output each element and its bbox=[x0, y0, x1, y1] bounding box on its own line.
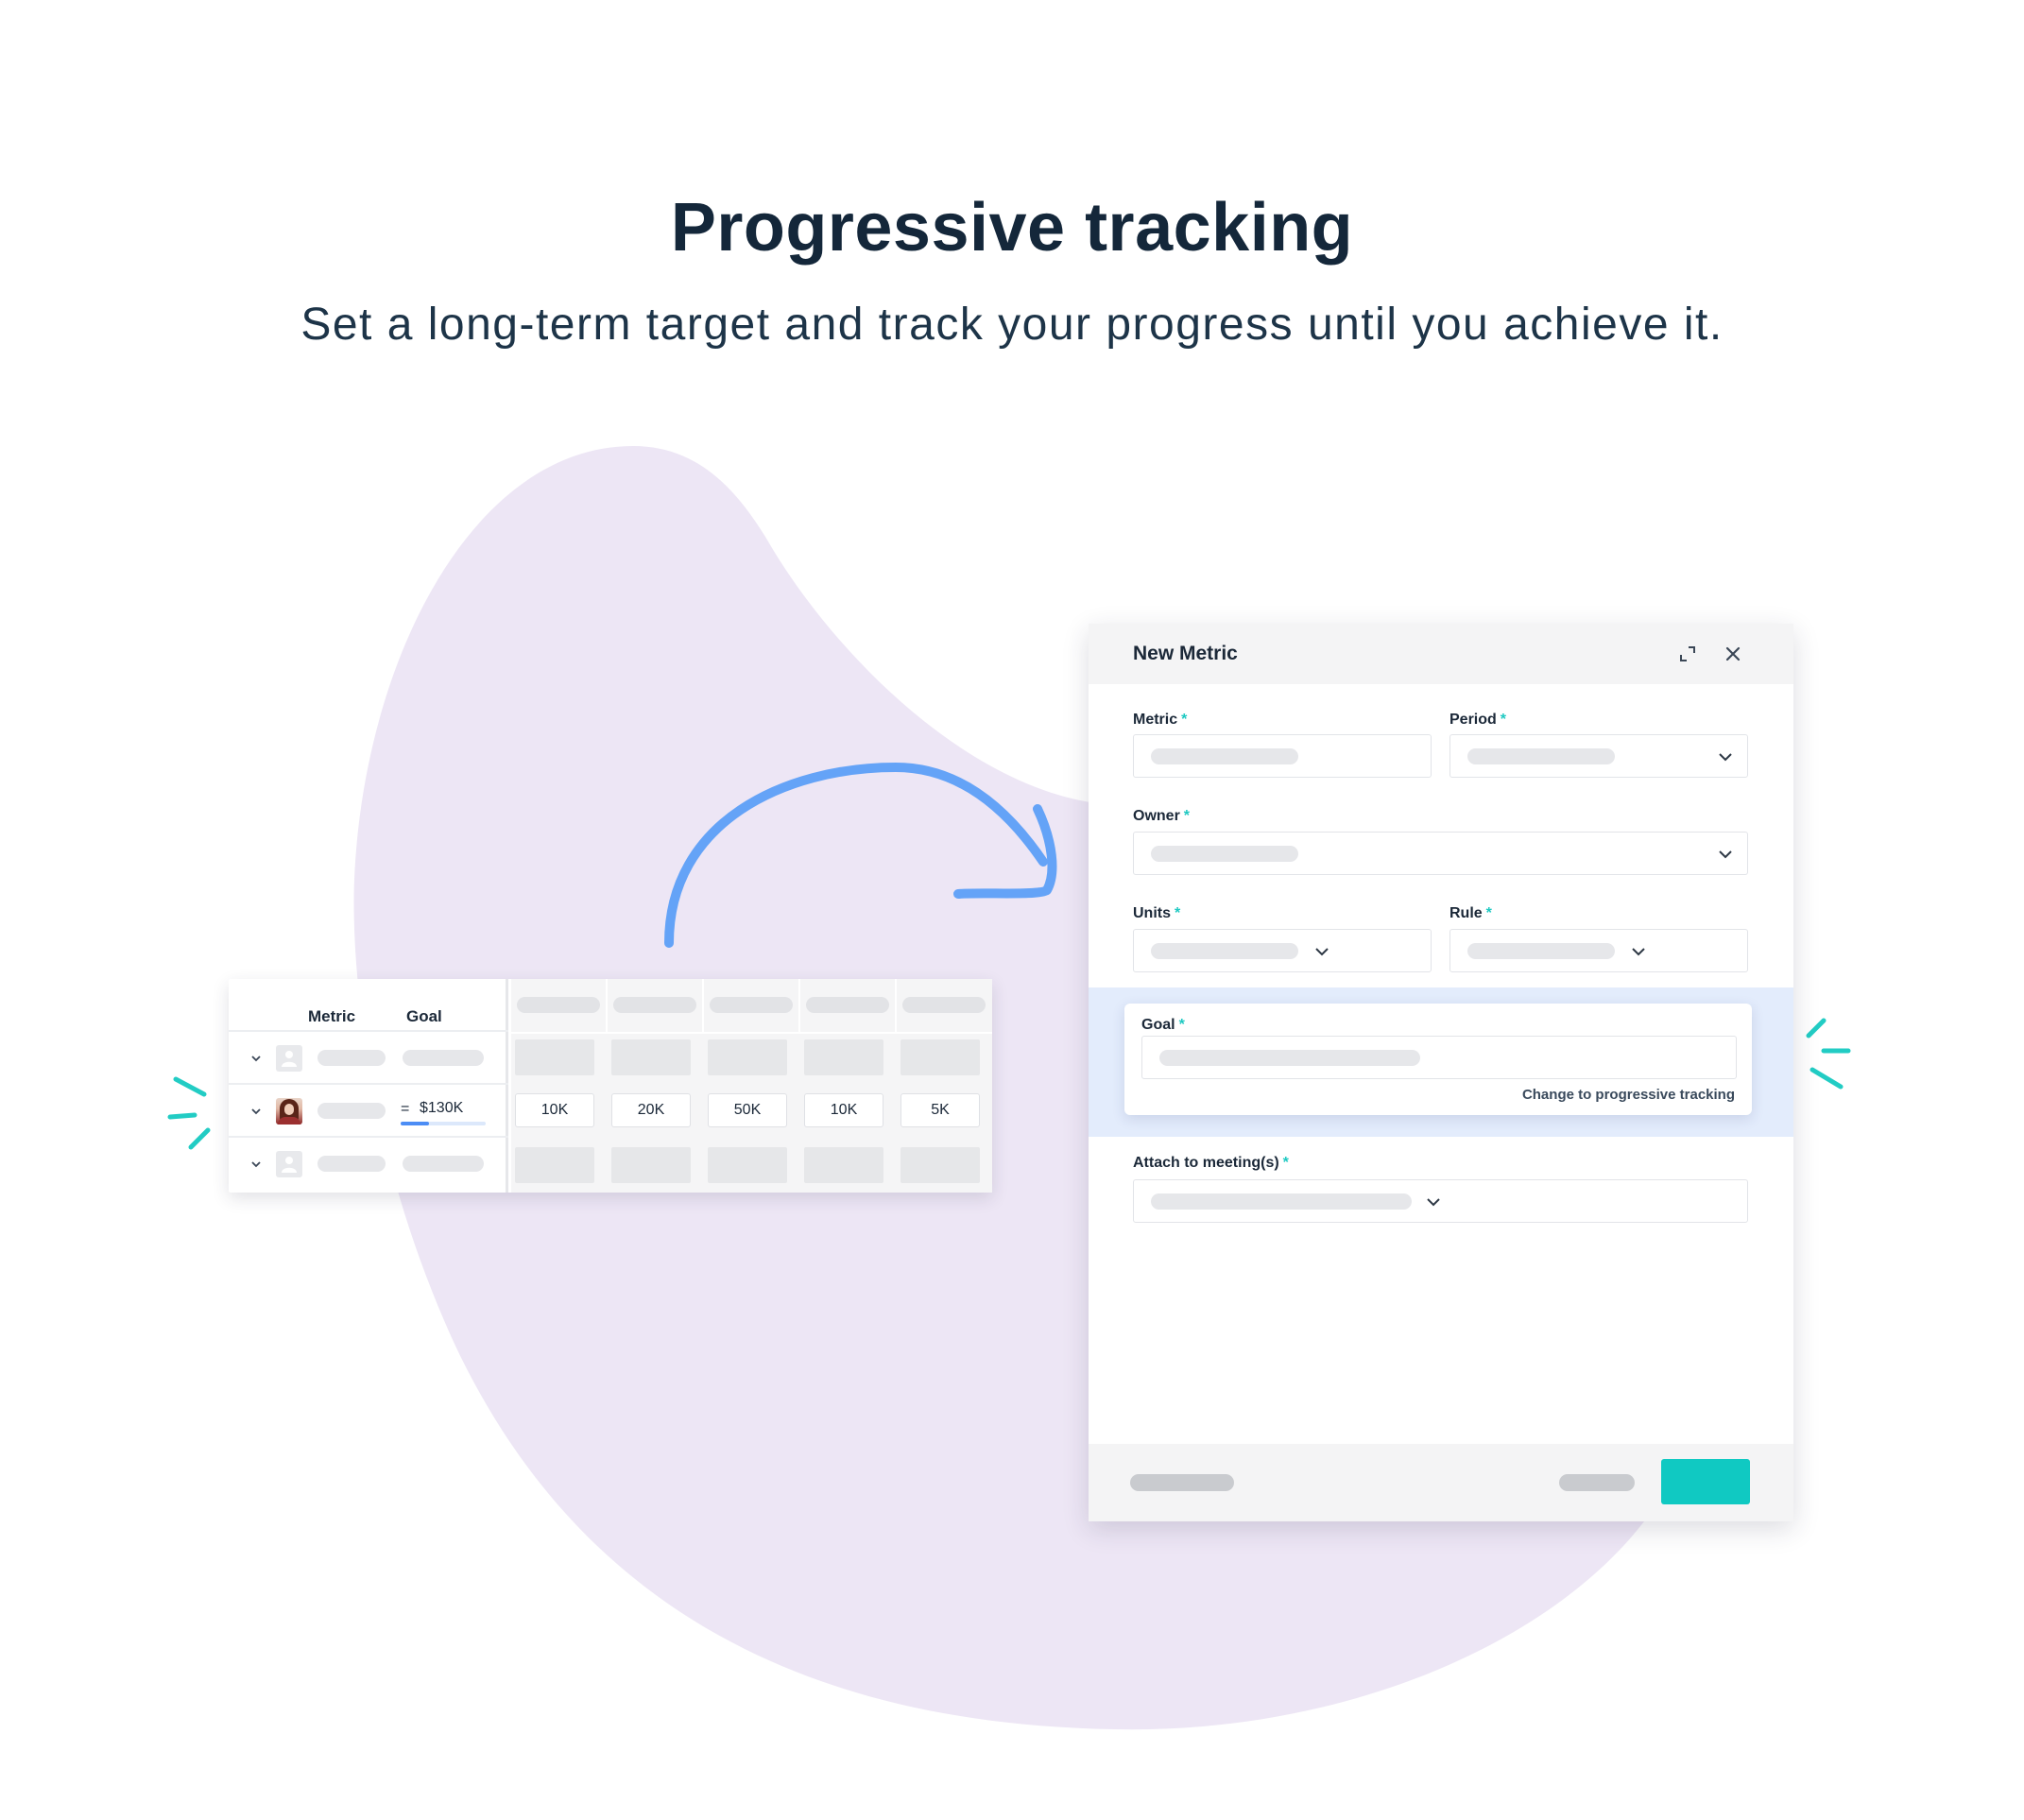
rule-select[interactable] bbox=[1449, 929, 1748, 972]
footer-link-placeholder[interactable] bbox=[1130, 1474, 1234, 1491]
select-placeholder bbox=[1467, 943, 1615, 959]
cancel-button[interactable] bbox=[1559, 1474, 1635, 1491]
attach-meetings-label: Attach to meeting(s) * bbox=[1133, 1155, 1289, 1171]
select-placeholder bbox=[1467, 748, 1615, 764]
expand-icon[interactable] bbox=[1677, 644, 1698, 664]
table-cell[interactable] bbox=[515, 1147, 594, 1183]
owner-select[interactable] bbox=[1133, 832, 1748, 875]
curved-arrow-icon bbox=[664, 762, 1057, 948]
goal-operator: = bbox=[401, 1101, 410, 1117]
metric-name-placeholder bbox=[317, 1050, 386, 1066]
metric-label: Metric * bbox=[1133, 712, 1188, 728]
chevron-down-icon[interactable] bbox=[249, 1105, 263, 1118]
select-placeholder bbox=[1151, 943, 1298, 959]
dialog-header: New Metric bbox=[1089, 624, 1793, 684]
table-cell[interactable]: 20K bbox=[611, 1093, 691, 1127]
period-header-placeholder bbox=[902, 997, 986, 1013]
goal-label: Goal * bbox=[1141, 1017, 1185, 1033]
chevron-down-icon bbox=[1719, 753, 1732, 762]
chevron-down-icon bbox=[1632, 948, 1645, 956]
required-marker: * bbox=[1175, 905, 1181, 921]
chevron-down-icon bbox=[1427, 1198, 1440, 1207]
goal-input[interactable] bbox=[1141, 1036, 1737, 1079]
user-icon bbox=[276, 1151, 302, 1177]
goal-progress-bar bbox=[401, 1122, 486, 1125]
table-period-columns: 10K 20K 50K 10K 5K bbox=[511, 979, 992, 1193]
dialog-title: New Metric bbox=[1133, 643, 1238, 664]
column-header-metric: Metric bbox=[308, 1007, 356, 1025]
required-marker: * bbox=[1178, 1017, 1185, 1033]
chevron-down-icon bbox=[1315, 948, 1329, 956]
table-cell[interactable] bbox=[804, 1039, 883, 1075]
input-placeholder bbox=[1159, 1050, 1420, 1066]
metric-input[interactable] bbox=[1133, 734, 1432, 778]
user-icon bbox=[276, 1045, 302, 1072]
table-cell[interactable]: 10K bbox=[804, 1093, 883, 1127]
table-cell[interactable] bbox=[611, 1147, 691, 1183]
required-marker: * bbox=[1485, 905, 1492, 921]
goal-section: Goal * Change to progressive tracking bbox=[1124, 1004, 1752, 1115]
avatar bbox=[276, 1098, 302, 1125]
goal-placeholder bbox=[403, 1156, 484, 1172]
period-header-placeholder bbox=[710, 997, 793, 1013]
goal-progress-fill bbox=[401, 1122, 429, 1125]
table-cell[interactable] bbox=[515, 1039, 594, 1075]
chevron-down-icon[interactable] bbox=[249, 1052, 263, 1065]
new-metric-dialog: New Metric Metric * Period * Owner * Units *… bbox=[1089, 624, 1793, 1521]
table-cell[interactable] bbox=[901, 1039, 980, 1075]
close-icon[interactable] bbox=[1723, 644, 1743, 664]
table-cell[interactable]: 5K bbox=[901, 1093, 980, 1127]
table-cell[interactable] bbox=[611, 1039, 691, 1075]
required-marker: * bbox=[1181, 712, 1188, 728]
table-row[interactable] bbox=[229, 1138, 508, 1191]
table-fixed-columns: Metric Goal = $130K bbox=[229, 979, 508, 1193]
table-row[interactable] bbox=[229, 1032, 508, 1085]
rule-label: Rule * bbox=[1449, 905, 1492, 921]
table-cell[interactable] bbox=[708, 1147, 787, 1183]
attach-meetings-select[interactable] bbox=[1133, 1179, 1748, 1223]
sparkle-right-icon bbox=[1806, 1018, 1851, 1090]
sparkle-left-icon bbox=[167, 1076, 211, 1150]
select-placeholder bbox=[1151, 846, 1298, 862]
chevron-down-icon bbox=[1719, 850, 1732, 859]
period-header-placeholder bbox=[806, 997, 889, 1013]
table-cell[interactable] bbox=[708, 1039, 787, 1075]
period-label: Period * bbox=[1449, 712, 1507, 728]
period-select[interactable] bbox=[1449, 734, 1748, 778]
required-marker: * bbox=[1183, 808, 1191, 824]
table-cell[interactable] bbox=[804, 1147, 883, 1183]
table-row[interactable]: = $130K bbox=[229, 1085, 508, 1138]
change-to-progressive-link[interactable]: Change to progressive tracking bbox=[1522, 1087, 1735, 1103]
period-header-placeholder bbox=[517, 997, 600, 1013]
units-select[interactable] bbox=[1133, 929, 1432, 972]
column-header-goal: Goal bbox=[406, 1007, 442, 1025]
metric-name-placeholder bbox=[317, 1156, 386, 1172]
goal-placeholder bbox=[403, 1050, 484, 1066]
select-placeholder bbox=[1151, 1193, 1412, 1210]
units-label: Units * bbox=[1133, 905, 1181, 921]
table-cell[interactable]: 10K bbox=[515, 1093, 594, 1127]
metric-name-placeholder bbox=[317, 1103, 386, 1119]
dialog-footer bbox=[1089, 1444, 1793, 1521]
table-cell[interactable] bbox=[901, 1147, 980, 1183]
table-header: Metric Goal bbox=[229, 979, 508, 1032]
metrics-table: Metric Goal = $130K 10K 20K 50K 10K 5K bbox=[229, 979, 992, 1193]
owner-label: Owner * bbox=[1133, 808, 1191, 824]
chevron-down-icon[interactable] bbox=[249, 1158, 263, 1171]
save-button[interactable] bbox=[1661, 1459, 1750, 1504]
required-marker: * bbox=[1500, 712, 1507, 728]
table-cell[interactable]: 50K bbox=[708, 1093, 787, 1127]
required-marker: * bbox=[1282, 1155, 1289, 1171]
goal-value: $130K bbox=[420, 1100, 464, 1116]
input-placeholder bbox=[1151, 748, 1298, 764]
period-header-placeholder bbox=[613, 997, 696, 1013]
